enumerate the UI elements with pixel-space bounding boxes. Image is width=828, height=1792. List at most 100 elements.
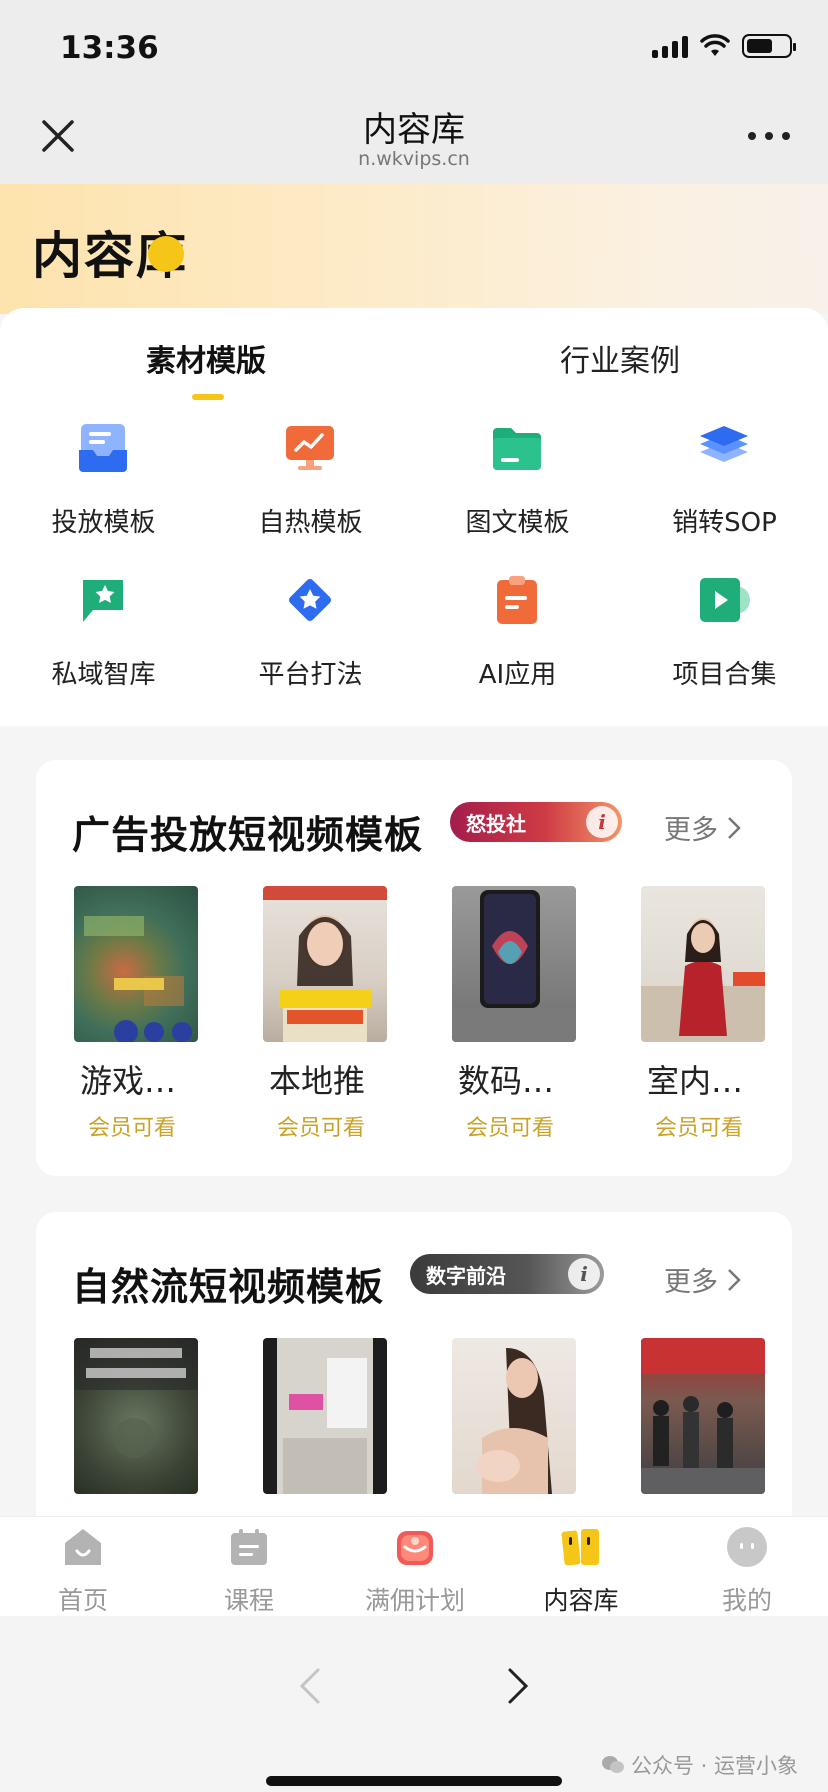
home-icon bbox=[65, 1529, 101, 1565]
member-only-tag: 会员可看 bbox=[466, 1116, 555, 1141]
tab-industry-cases[interactable]: 行业案例 bbox=[560, 336, 680, 380]
tab-home[interactable]: 首页 bbox=[0, 1517, 166, 1617]
video-template-card[interactable] bbox=[263, 1338, 387, 1494]
tab-label: 内容库 bbox=[543, 1586, 619, 1615]
partner-badge-label: 数字前沿 bbox=[426, 1263, 506, 1288]
section-title: 自然流短视频模板 bbox=[72, 1265, 385, 1309]
partner-badge-label: 怒投社 bbox=[466, 811, 526, 836]
grid-item-platform-tactics[interactable]: 平台打法 bbox=[207, 560, 414, 710]
info-icon[interactable]: i bbox=[586, 806, 618, 838]
more-options-icon[interactable] bbox=[748, 132, 790, 140]
video-template-card[interactable] bbox=[452, 1338, 576, 1494]
video-thumbnail[interactable] bbox=[641, 1338, 765, 1494]
texture-closeup-image bbox=[74, 1338, 198, 1458]
battery-icon bbox=[742, 34, 796, 58]
signal-icon bbox=[652, 34, 688, 58]
more-link[interactable]: 更多 bbox=[664, 1260, 742, 1299]
more-link-label: 更多 bbox=[664, 1267, 718, 1298]
grid-item-label: 销转SOP bbox=[672, 508, 777, 538]
phone-product-image bbox=[452, 890, 576, 1042]
category-card: 素材模版 行业案例 投放模板 自热模板 图文模板 销转SOP 私域智库 平台打法… bbox=[0, 308, 828, 726]
tab-profile[interactable]: 我的 bbox=[664, 1517, 828, 1617]
layers-icon bbox=[700, 426, 748, 462]
navigation-bar: 内容库 n.wkvips.cn bbox=[0, 92, 828, 184]
page-title: 内容库 bbox=[363, 110, 465, 150]
tab-label: 首页 bbox=[57, 1586, 108, 1615]
bottom-tab-bar: 首页 课程 满佣计划 内容库 我的 bbox=[0, 1516, 828, 1616]
course-icon bbox=[231, 1529, 267, 1565]
chevron-right-icon bbox=[728, 816, 741, 839]
active-tab-indicator bbox=[192, 394, 224, 400]
tab-label: 课程 bbox=[223, 1586, 274, 1615]
flag-star-icon bbox=[83, 580, 123, 622]
video-thumbnail[interactable] bbox=[452, 1338, 576, 1494]
grid-item-label: 投放模板 bbox=[51, 508, 156, 538]
grid-item-private-domain[interactable]: 私域智库 bbox=[0, 560, 207, 710]
video-thumbnail[interactable] bbox=[263, 1338, 387, 1494]
video-template-card[interactable]: 本地推 会员可看 bbox=[263, 886, 387, 1142]
chevron-right-icon bbox=[728, 1268, 741, 1291]
tab-course[interactable]: 课程 bbox=[166, 1517, 332, 1617]
more-link[interactable]: 更多 bbox=[664, 808, 742, 847]
video-template-card[interactable]: 室内… 会员可看 bbox=[641, 886, 765, 1142]
grid-item-label: 项目合集 bbox=[672, 660, 777, 690]
browser-toolbar: 公众号 · 运营小象 bbox=[0, 1616, 828, 1792]
page-url: n.wkvips.cn bbox=[358, 148, 470, 170]
video-template-list: 游戏… 会员可看 本地推 会员可看 数码… 会员可看 室内… 会员可看 bbox=[74, 886, 774, 1166]
forward-arrow-icon[interactable] bbox=[496, 1666, 536, 1706]
grid-item-organic-templates[interactable]: 自热模板 bbox=[207, 408, 414, 558]
folder-icon bbox=[493, 428, 541, 470]
member-only-tag: 会员可看 bbox=[277, 1116, 366, 1141]
video-thumbnail[interactable] bbox=[74, 886, 198, 1042]
video-thumbnail[interactable] bbox=[641, 886, 765, 1042]
clipboard-icon bbox=[497, 576, 537, 624]
tab-label: 我的 bbox=[721, 1586, 772, 1615]
content-tabs: 素材模版 行业案例 bbox=[0, 308, 828, 400]
interior-presenter-image bbox=[641, 918, 765, 1042]
info-icon[interactable]: i bbox=[568, 1258, 600, 1290]
video-template-card[interactable]: 数码… 会员可看 bbox=[452, 886, 576, 1142]
status-bar: 13:36 bbox=[0, 0, 828, 92]
grid-item-ad-templates[interactable]: 投放模板 bbox=[0, 408, 207, 558]
grid-item-label: 自热模板 bbox=[258, 508, 363, 538]
more-link-label: 更多 bbox=[664, 815, 718, 846]
tab-content-library[interactable]: 内容库 bbox=[498, 1517, 664, 1617]
video-template-name: 数码… bbox=[458, 1062, 555, 1100]
profile-icon bbox=[727, 1527, 767, 1567]
video-thumbnail[interactable] bbox=[452, 886, 576, 1042]
video-template-name: 游戏… bbox=[80, 1062, 177, 1100]
trending-monitor-icon bbox=[286, 426, 334, 470]
video-template-name: 本地推 bbox=[269, 1062, 366, 1100]
game-scene-image bbox=[84, 916, 192, 1042]
star-badge-icon bbox=[289, 579, 331, 621]
partner-badge[interactable]: 数字前沿 i bbox=[410, 1254, 604, 1294]
crowd-street-image bbox=[641, 1338, 765, 1494]
video-template-name: 室内… bbox=[647, 1062, 744, 1100]
grid-item-label: 图文模板 bbox=[465, 508, 570, 538]
grid-item-sales-sop[interactable]: 销转SOP bbox=[621, 408, 828, 558]
grid-item-label: AI应用 bbox=[478, 660, 557, 690]
tab-templates[interactable]: 素材模版 bbox=[146, 336, 266, 380]
content-library-banner: 内容库 bbox=[0, 184, 828, 314]
grid-item-project-collection[interactable]: 项目合集 bbox=[621, 560, 828, 710]
video-thumbnail[interactable] bbox=[74, 1338, 198, 1494]
status-icons bbox=[652, 34, 796, 58]
video-template-card[interactable] bbox=[641, 1338, 765, 1494]
partner-badge[interactable]: 怒投社 i bbox=[450, 802, 622, 842]
grid-item-label: 平台打法 bbox=[258, 660, 363, 690]
video-template-card[interactable]: 游戏… 会员可看 bbox=[74, 886, 198, 1142]
presenter-image bbox=[263, 886, 387, 1042]
section-title: 广告投放短视频模板 bbox=[72, 813, 424, 857]
video-thumbnail[interactable] bbox=[263, 886, 387, 1042]
video-template-card[interactable] bbox=[74, 1338, 198, 1494]
grid-item-ai-apps[interactable]: AI应用 bbox=[414, 560, 621, 710]
ad-video-templates-section: 广告投放短视频模板 怒投社 i 更多 游戏… 会员可看 本地推 会员可看 数码…… bbox=[36, 760, 792, 1176]
play-icon bbox=[700, 578, 750, 622]
member-only-tag: 会员可看 bbox=[88, 1116, 177, 1141]
tab-commission-plan[interactable]: 满佣计划 bbox=[332, 1517, 498, 1617]
mother-baby-image bbox=[476, 1348, 552, 1494]
back-arrow-icon[interactable] bbox=[292, 1666, 332, 1706]
grid-item-graphic-templates[interactable]: 图文模板 bbox=[414, 408, 621, 558]
empty-room-image bbox=[277, 1338, 373, 1494]
home-indicator bbox=[266, 1776, 562, 1786]
